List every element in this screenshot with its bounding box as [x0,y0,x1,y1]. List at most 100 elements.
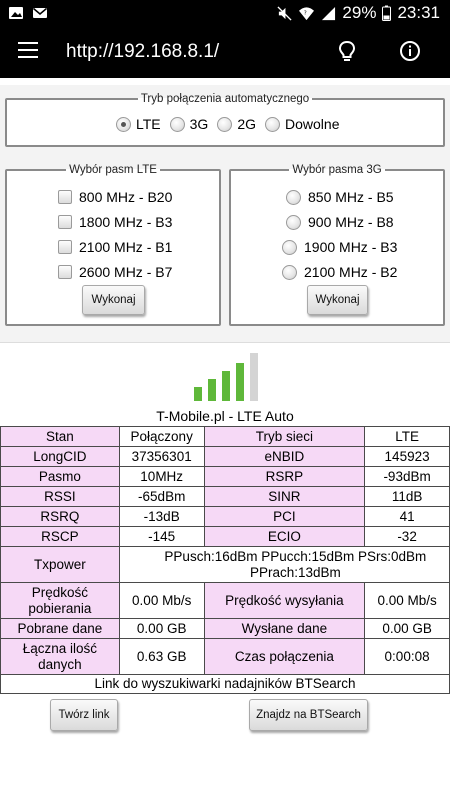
radio-icon[interactable] [217,116,233,132]
checkbox-icon[interactable] [58,240,72,254]
stat-value: -32 [364,526,450,547]
cell-signal-icon [322,6,336,20]
table-row: RSSI -65dBm SINR 11dB [0,486,450,507]
table-row: Stan Połączony Tryb sieci LTE [0,426,450,447]
stat-value: 41 [364,506,450,527]
clock: 23:31 [397,3,440,22]
stat-label: eNBID [203,446,366,467]
status-bar: ? 29% 23:31 [0,0,450,28]
btsearch-caption: Link do wyszukiwarki nadajników BTSearch [0,674,450,694]
mode-option-2g[interactable]: 2G [217,116,256,132]
umts-band-b5[interactable]: 850 MHz - B5 [286,189,394,205]
stat-value: 10MHz [118,466,205,487]
checkbox-icon[interactable] [58,215,72,229]
page-url: http://192.168.8.1/ [66,41,220,62]
table-row: Txpower PPusch:16dBm PPucch:15dBm PSrs:0… [0,546,450,583]
stat-value: -93dBm [364,466,450,487]
lte-band-b3[interactable]: 1800 MHz - B3 [58,214,172,230]
checkbox-icon[interactable] [58,265,72,279]
operator-name: T-Mobile.pl - LTE Auto [156,408,294,424]
stat-label: Tryb sieci [203,426,366,447]
email-icon [33,7,47,18]
umts-band-b3[interactable]: 1900 MHz - B3 [282,239,397,255]
signal-strength-icon [194,351,258,401]
stat-label: RSRQ [0,506,120,527]
lightbulb-icon[interactable] [336,40,358,64]
stat-value: -145 [118,526,205,547]
info-icon[interactable] [399,40,421,62]
menu-icon[interactable] [18,42,38,60]
radio-icon[interactable] [286,214,301,230]
battery-percent: 29% [342,3,377,22]
wifi-icon: ? [299,6,315,20]
stat-label: RSCP [0,526,120,547]
radio-icon[interactable] [286,189,301,205]
image-icon [9,7,23,19]
downloaded-label: Pobrane dane [0,618,120,639]
mute-icon [277,5,292,21]
stat-label: LongCID [0,446,120,467]
downloaded-value: 0.00 GB [118,618,205,639]
stat-label: RSRP [203,466,366,487]
stat-label: RSSI [0,486,120,507]
signal-bar [250,353,258,401]
stat-value: 37356301 [118,446,205,467]
speed-up-value: 0.00 Mb/s [364,582,450,619]
umts-bands-legend: Wybór pasma 3G [292,164,382,176]
table-row: RSCP -145 ECIO -32 [0,526,450,547]
stat-value: -13dB [118,506,205,527]
stat-label: Stan [0,426,120,447]
speed-down-label: Prędkość pobierania [0,582,120,619]
connection-time-label: Czas połączenia [203,638,366,675]
svg-text:?: ? [304,10,307,16]
umts-execute-button[interactable]: Wykonaj [307,285,368,315]
mode-options: LTE 3G 2G Dowolne [116,116,349,132]
radio-icon[interactable] [265,116,281,132]
mode-option-lte[interactable]: LTE [116,116,161,132]
umts-band-b8[interactable]: 900 MHz - B8 [286,214,394,230]
mode-legend: Tryb połączenia automatycznego [140,93,310,105]
total-data-label: Łączna ilość danych [0,638,120,675]
lte-band-b1[interactable]: 2100 MHz - B1 [58,239,172,255]
radio-icon[interactable] [169,116,185,132]
mode-option-any[interactable]: Dowolne [265,116,340,132]
signal-bar [208,379,216,401]
signal-bar [236,363,244,401]
stat-label: PCI [203,506,366,527]
lte-bands-legend: Wybór pasm LTE [69,164,157,176]
create-link-button[interactable]: Twórz link [50,699,118,731]
stat-value: 11dB [364,486,450,507]
stat-value: 145923 [364,446,450,467]
stat-label: ECIO [203,526,366,547]
lte-execute-button[interactable]: Wykonaj [82,285,145,315]
radio-icon[interactable] [282,239,297,255]
speed-up-label: Prędkość wysyłania [203,582,366,619]
stat-value: -65dBm [118,486,205,507]
stat-label: Pasmo [0,466,120,487]
table-row: Pasmo 10MHz RSRP -93dBm [0,466,450,487]
speed-down-value: 0.00 Mb/s [118,582,205,619]
stat-label: SINR [203,486,366,507]
connection-time-value: 0:00:08 [364,638,450,675]
checkbox-icon[interactable] [58,190,72,204]
umts-band-b2[interactable]: 2100 MHz - B2 [282,264,397,280]
table-row: RSRQ -13dB PCI 41 [0,506,450,527]
stat-value: LTE [364,426,450,447]
uploaded-value: 0.00 GB [364,618,450,639]
radio-icon[interactable] [116,116,131,132]
stat-value: Połączony [118,426,205,447]
lte-band-b20[interactable]: 800 MHz - B20 [58,189,172,205]
mode-option-3g[interactable]: 3G [169,116,208,132]
battery-icon [382,5,392,21]
find-on-btsearch-button[interactable]: Znajdz na BTSearch [249,699,368,731]
table-row: Prędkość pobierania 0.00 Mb/s Prędkość w… [0,582,450,619]
txpower-label: Txpower [0,546,120,583]
table-row: LongCID 37356301 eNBID 145923 [0,446,450,467]
radio-icon[interactable] [282,264,297,280]
txpower-value: PPusch:16dBm PPucch:15dBm PSrs:0dBm PPra… [118,546,450,583]
table-row: Pobrane dane 0.00 GB Wysłane dane 0.00 G… [0,618,450,639]
app-bar: http://192.168.8.1/ [0,28,450,78]
lte-band-b7[interactable]: 2600 MHz - B7 [58,264,172,280]
total-data-value: 0.63 GB [118,638,205,675]
uploaded-label: Wysłane dane [203,618,366,639]
